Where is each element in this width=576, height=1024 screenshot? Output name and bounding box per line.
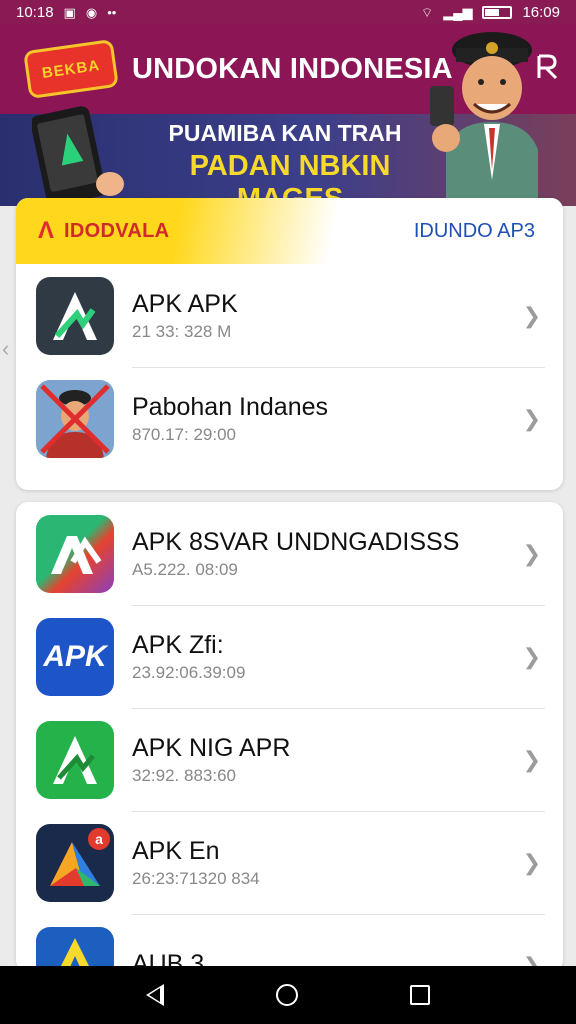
- list-item[interactable]: APK NIG APR 32:92. 883:60 ❯: [16, 708, 563, 811]
- banner-heading: PUAMIBA KAN TRAH: [168, 120, 402, 146]
- mascot-illustration-icon: [430, 32, 538, 200]
- app-name: APK Zfi:: [132, 631, 224, 659]
- app-name: APK NIG APR: [132, 734, 291, 762]
- status-clock: 16:09: [522, 3, 560, 21]
- chevron-right-icon: ❯: [522, 643, 541, 669]
- list-item[interactable]: APK APK 21 33: 328 M ❯: [16, 264, 563, 367]
- app-meta: 26:23:71320 834: [132, 869, 260, 888]
- system-nav-bar: [0, 966, 576, 1024]
- wifi-icon: ⌔: [421, 4, 434, 20]
- status-time: 10:18: [16, 3, 54, 21]
- apk-text-icon: APK: [36, 617, 114, 696]
- list-item[interactable]: APK APK Zfi: 23.92:06.39:09 ❯: [16, 605, 563, 708]
- app-meta: 21 33: 328 M: [132, 322, 232, 341]
- section-header: Λ IDODVALA IDUNDO AP3: [16, 198, 563, 264]
- chevron-left-icon[interactable]: ‹: [2, 336, 9, 362]
- a-arrow-green-icon: [36, 720, 114, 799]
- chevron-right-icon: ❯: [522, 540, 541, 566]
- app-name: Pabohan Indanes: [132, 393, 329, 421]
- recent-apps-icon[interactable]: [410, 985, 430, 1005]
- app-logo[interactable]: BEKBA: [23, 38, 119, 100]
- page-title: UNDOKAN INDONESIA: [132, 52, 453, 85]
- list-item[interactable]: APK 8SVAR UNDNGADISSS A5.222. 08:09 ❯: [16, 502, 563, 605]
- triangle-logo-icon: a: [36, 823, 114, 902]
- featured-card: Λ IDODVALA IDUNDO AP3 APK APK 21 33: 328…: [16, 198, 563, 490]
- more-dots-icon: ••: [107, 4, 117, 20]
- section-link[interactable]: IDUNDO AP3: [414, 220, 535, 243]
- chevron-right-icon: ❯: [522, 405, 541, 431]
- battery-icon: [482, 5, 513, 19]
- back-icon[interactable]: [146, 984, 164, 1006]
- apk-icon-label: APK: [43, 639, 107, 673]
- section-title: IDODVALA: [64, 219, 170, 242]
- notification-icon: ◉: [85, 4, 98, 20]
- app-meta: 23.92:06.39:09: [132, 663, 246, 682]
- gallery-icon: ▣: [63, 4, 76, 20]
- signal-icon: ▂▄▆: [443, 4, 473, 20]
- list-item[interactable]: Pabohan Indanes 870.17: 29:00 ❯: [16, 367, 563, 470]
- home-icon[interactable]: [276, 984, 298, 1006]
- a-arrow-multicolor-icon: [36, 514, 114, 593]
- chevron-right-icon: ❯: [522, 302, 541, 328]
- app-name: APK 8SVAR UNDNGADISSS: [132, 528, 460, 556]
- notification-badge: a: [88, 827, 110, 850]
- soldier-portrait-icon: [36, 379, 114, 458]
- chevron-right-icon: ❯: [522, 746, 541, 772]
- a-arrow-icon: [36, 276, 114, 355]
- alert-icon: Λ: [38, 217, 55, 244]
- app-name: APK APK: [132, 290, 238, 318]
- app-meta: 870.17: 29:00: [132, 425, 236, 444]
- phone-illustration-icon: [32, 106, 124, 206]
- app-name: APK En: [132, 837, 220, 865]
- app-meta: 32:92. 883:60: [132, 766, 236, 785]
- app-list-card: APK 8SVAR UNDNGADISSS A5.222. 08:09 ❯ AP…: [16, 502, 563, 972]
- status-bar: 10:18 ▣ ◉ •• ⌔ ▂▄▆ 16:09: [0, 0, 576, 24]
- list-item[interactable]: a APK En 26:23:71320 834 ❯: [16, 811, 563, 914]
- chevron-right-icon: ❯: [522, 849, 541, 875]
- logo-text: BEKBA: [40, 56, 102, 82]
- app-meta: A5.222. 08:09: [132, 560, 238, 579]
- list-item[interactable]: AUB 3 ❯: [16, 914, 563, 972]
